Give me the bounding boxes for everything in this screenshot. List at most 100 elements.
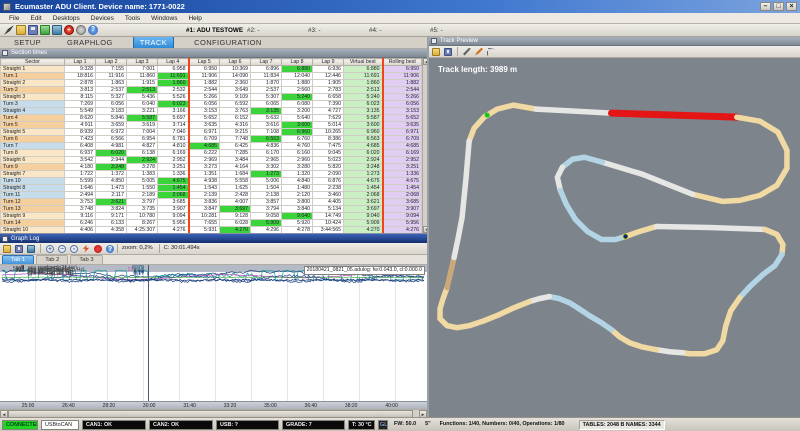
open-file-icon[interactable] [16, 25, 26, 35]
table-row[interactable]: Straight 99:1169:17110:7809:09410:2819:1… [1, 213, 422, 220]
table-row[interactable]: Straight 22:8781:8631:9151:8601:8822:360… [1, 80, 422, 87]
table-row[interactable]: Straight 81:6461:4731:5501:4541:5431:625… [1, 185, 422, 192]
table-row[interactable]: Turn 67:4236:5666:9546:7816:7097:7486:56… [1, 136, 422, 143]
table-row[interactable]: Turn 118:81611:91611:86011:69111:90614:0… [1, 73, 422, 80]
lap-time-cell: 6:020 [96, 150, 127, 157]
sector-name-cell: Straight 3 [1, 94, 65, 101]
menu-item-edit[interactable]: Edit [25, 15, 46, 22]
column-header[interactable]: Sector [1, 59, 65, 66]
column-header[interactable]: Lap 7 [251, 59, 282, 66]
save-icon[interactable] [28, 25, 38, 35]
minimize-button[interactable]: – [760, 2, 771, 11]
virtual-best-cell: 3:621 [344, 199, 383, 206]
menu-item-desktops[interactable]: Desktops [48, 15, 85, 22]
zoom-out-icon[interactable] [58, 245, 66, 253]
help-icon[interactable] [88, 25, 98, 35]
column-header[interactable]: Virtual best [344, 59, 383, 66]
lap-time-cell: 8:115 [65, 94, 96, 101]
close-button[interactable]: × [786, 2, 797, 11]
lap-time-cell: 2:537 [251, 87, 282, 94]
lap-time-cell: 10:780 [127, 213, 158, 220]
table-row[interactable]: Turn 94:1803:2483:2783:2513:2734:1643:30… [1, 164, 422, 171]
lap-time-cell: 4:810 [158, 143, 189, 150]
column-header[interactable]: Lap 2 [96, 59, 127, 66]
graph-export-icon[interactable] [27, 245, 35, 253]
trigger-icon[interactable] [82, 245, 90, 253]
table-row[interactable]: Straight 38:1155:3275:4365:5265:2669:109… [1, 94, 422, 101]
table-row[interactable]: Straight 63:5422:9442:9242:9522:9693:484… [1, 157, 422, 164]
scroll-up-arrow[interactable]: ▲ [423, 58, 428, 65]
table-row[interactable]: Turn 76:4084:9814:8274:8104:6856:4254:83… [1, 143, 422, 150]
emergency-stop-icon[interactable] [64, 25, 74, 35]
track-tools-wrench-icon[interactable] [463, 48, 471, 56]
zoom-in-icon[interactable] [46, 245, 54, 253]
table-row[interactable]: Turn 105:5994:8505:0054:6754:9385:5585:0… [1, 178, 422, 185]
table-vertical-scrollbar[interactable]: ▲ ▼ [422, 58, 427, 233]
graph-open-icon[interactable] [3, 245, 11, 253]
table-row[interactable]: Straight 19:3287:1557:0016:9586:95010:36… [1, 66, 422, 73]
table-row[interactable]: Turn 86:9376:0206:1386:1696:2227:2856:17… [1, 150, 422, 157]
lap-time-cell: 6:169 [158, 150, 189, 157]
track-open-icon[interactable] [432, 48, 440, 56]
column-header[interactable]: Lap 8 [282, 59, 313, 66]
table-row[interactable]: Turn 123:7533:6213:7973:6853:8364:0073:8… [1, 199, 422, 206]
menu-item-tools[interactable]: Tools [120, 15, 145, 22]
settings-gear-icon[interactable] [76, 25, 86, 35]
graph-tab-tab-1[interactable]: Tab 1 [2, 255, 34, 264]
graph-tab-tab-3[interactable]: Tab 3 [70, 255, 102, 264]
scroll-down-arrow[interactable]: ▼ [423, 226, 428, 233]
column-header[interactable]: Lap 9 [313, 59, 344, 66]
table-row[interactable]: Turn 112:4942:1172:1892:0682:1392:4282:1… [1, 192, 422, 199]
graph-horizontal-scrollbar[interactable]: ◄ ► [0, 409, 427, 417]
track-flag-icon[interactable] [487, 48, 495, 56]
table-row[interactable]: Straight 45:5493:1833:2213:1663:1533:763… [1, 108, 422, 115]
lap-time-cell: 1:722 [65, 171, 96, 178]
record-icon[interactable] [94, 245, 102, 253]
tab-setup[interactable]: SETUP [8, 37, 47, 48]
virtual-best-cell: 3:600 [344, 122, 383, 129]
column-header[interactable]: Lap 6 [220, 59, 251, 66]
tab-configuration[interactable]: CONFIGURATION [188, 37, 268, 48]
menu-item-windows[interactable]: Windows [146, 15, 182, 22]
column-header[interactable]: Lap 1 [65, 59, 96, 66]
track-save-icon[interactable] [444, 48, 452, 56]
menu-item-file[interactable]: File [4, 15, 24, 22]
table-row[interactable]: Straight 58:9396:9727:0047:0406:9719:215… [1, 129, 422, 136]
device-slot-5[interactable]: #5: - [430, 27, 491, 34]
lap-time-cell: 10:265 [313, 129, 344, 136]
lap-time-cell: 6:709 [189, 136, 220, 143]
table-row[interactable]: Straight 71:7221:3721:3831:3361:3511:684… [1, 171, 422, 178]
device-slot-2[interactable]: #2: - [247, 27, 308, 34]
pin-tool-icon[interactable] [4, 25, 14, 35]
time-tick: 25:00 [22, 403, 35, 409]
restore-button[interactable]: □ [773, 2, 784, 11]
menu-item-help[interactable]: Help [183, 15, 206, 22]
zoom-fit-icon[interactable] [70, 245, 78, 253]
graph-charts-area[interactable]: ecu.rpm[rpm] (25 Hz)500006270ecu.tps[%] … [0, 265, 427, 401]
track-edit-pencil-icon[interactable] [475, 48, 483, 56]
device-slot-3[interactable]: #3: - [308, 27, 369, 34]
tab-graphlog[interactable]: GRAPHLOG [61, 37, 119, 48]
table-row[interactable]: Turn 37:2696:0566:0406:0236:0566:5926:06… [1, 101, 422, 108]
lap-time-cell: 9:128 [220, 213, 251, 220]
column-header[interactable]: Rolling best [383, 59, 422, 66]
disconnect-icon[interactable] [52, 25, 62, 35]
column-header[interactable]: Lap 5 [189, 59, 220, 66]
device-slot-1[interactable]: #1: ADU TESTOWE [186, 27, 247, 34]
table-row[interactable]: Turn 54:9113:6593:6193:7143:6354:3163:61… [1, 122, 422, 129]
menu-item-devices[interactable]: Devices [86, 15, 119, 22]
column-header[interactable]: Lap 3 [127, 59, 158, 66]
graph-help-icon[interactable] [106, 245, 114, 253]
device-slot-4[interactable]: #4: - [369, 27, 430, 34]
graph-cursor-line[interactable] [148, 265, 149, 401]
table-row[interactable]: Turn 146:2466:1338:2675:9567:6556:0285:9… [1, 220, 422, 227]
column-header[interactable]: Lap 4 [158, 59, 189, 66]
table-row[interactable]: Turn 23:8132:5372:5132:5322:5443:6492:53… [1, 87, 422, 94]
track-map-canvas[interactable]: Track length: 3989 m [429, 58, 800, 417]
connect-icon[interactable] [40, 25, 50, 35]
graph-save-icon[interactable] [15, 245, 23, 253]
table-row[interactable]: Turn 48:6205:8465:5875:6975:6526:1525:63… [1, 115, 422, 122]
tab-track[interactable]: TRACK [133, 36, 174, 48]
table-row[interactable]: Turn 133:7483:8243:7353:9073:8473:6973:7… [1, 206, 422, 213]
graph-tab-tab-2[interactable]: Tab 2 [36, 255, 68, 264]
